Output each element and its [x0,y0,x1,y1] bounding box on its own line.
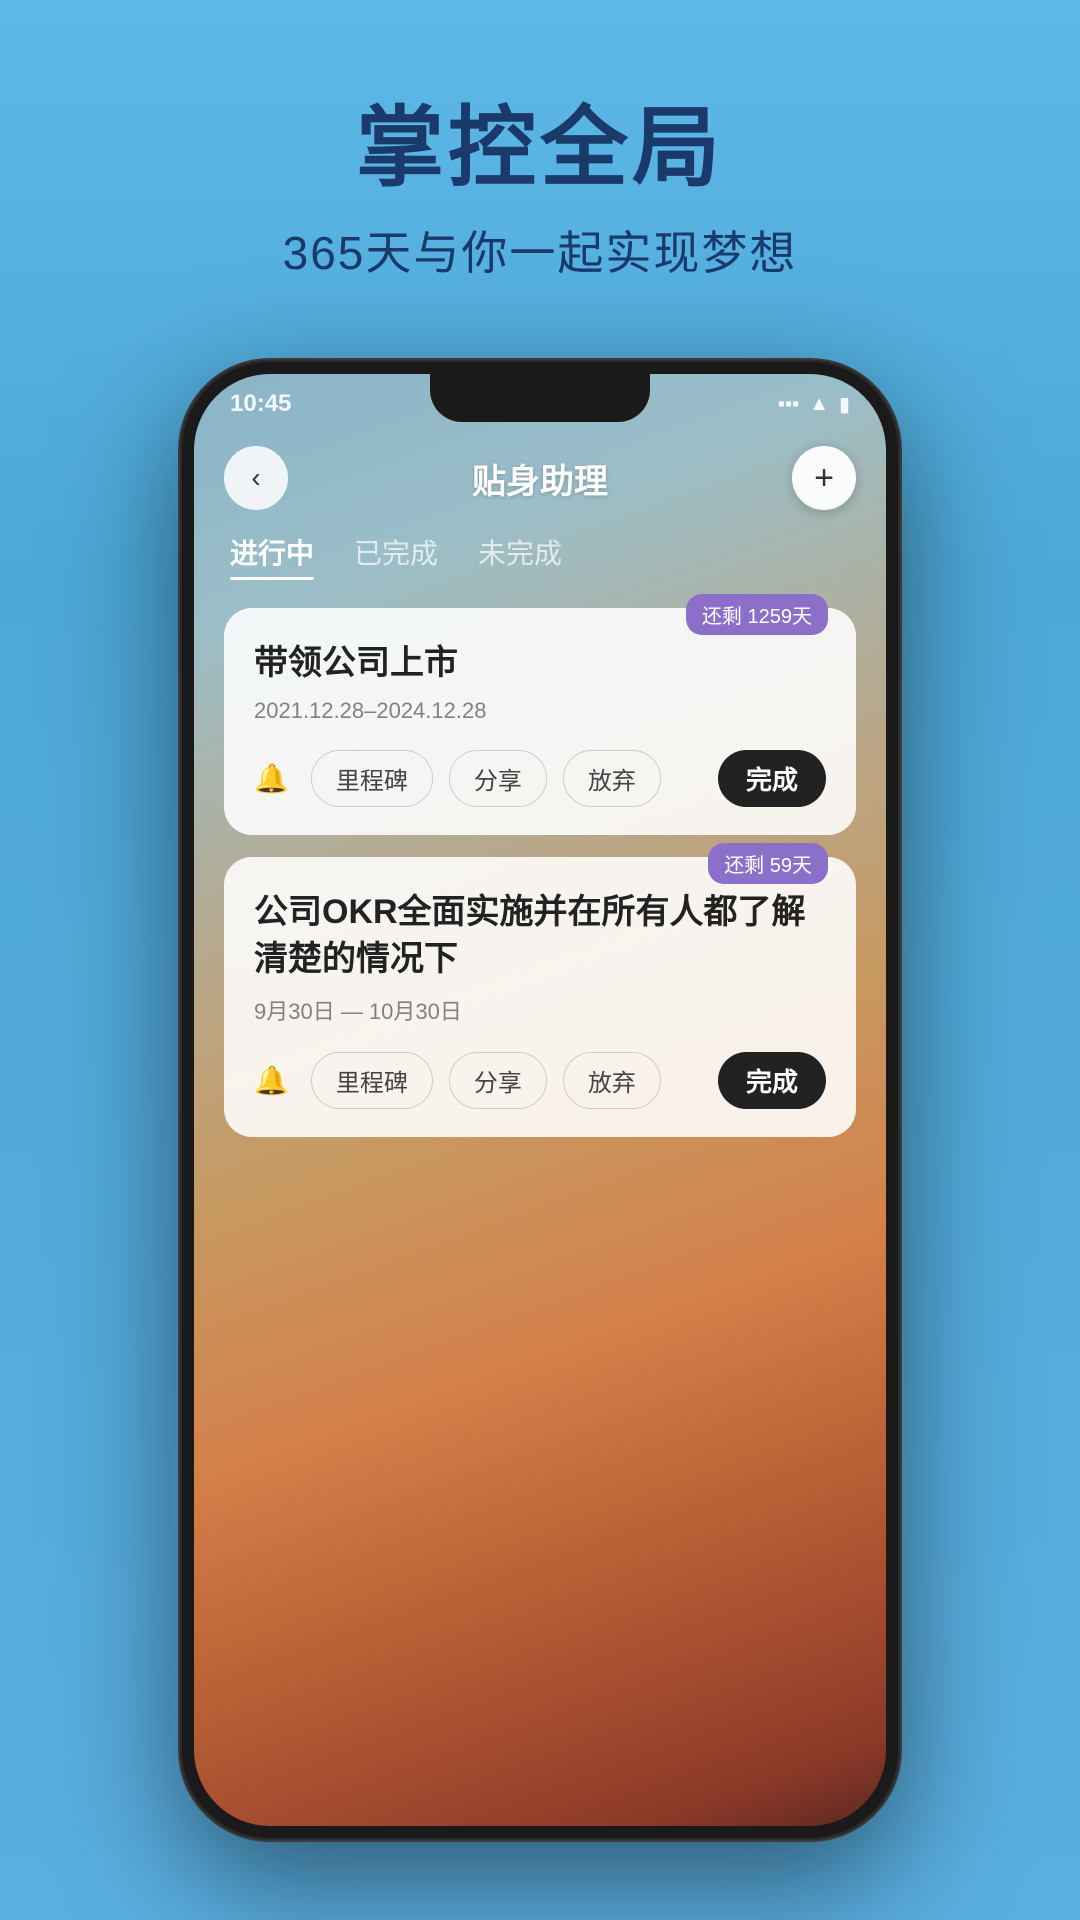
goal-card-2: 还剩 59天 公司OKR全面实施并在所有人都了解清楚的情况下 9月30日 — 1… [224,857,856,1137]
status-time: 10:45 [230,390,291,418]
phone-notch [430,374,650,422]
card-actions-2: 🔔 里程碑 分享 放弃 完成 [254,1052,826,1109]
main-title: 掌控全局 [0,100,1080,197]
share-btn-2[interactable]: 分享 [449,1052,547,1109]
sub-title: 365天与你一起实现梦想 [0,217,1080,283]
abandon-btn-2[interactable]: 放弃 [563,1052,661,1109]
milestone-btn-2[interactable]: 里程碑 [311,1052,433,1109]
milestone-btn-1[interactable]: 里程碑 [311,750,433,807]
header-section: 掌控全局 365天与你一起实现梦想 [0,0,1080,283]
badge-days-1: 还剩 1259天 [686,594,828,635]
page-background: 掌控全局 365天与你一起实现梦想 10:45 ▪▪▪ ▲ ▮ [0,0,1080,1920]
tab-in-progress[interactable]: 进行中 [230,532,314,580]
card-title-1: 带领公司上市 [254,640,826,688]
bell-icon-2[interactable]: 🔔 [254,1064,289,1097]
tab-bar: 进行中 已完成 未完成 [224,532,856,580]
card-title-2: 公司OKR全面实施并在所有人都了解清楚的情况下 [254,889,826,984]
add-button[interactable]: + [792,446,856,510]
card-actions-1: 🔔 里程碑 分享 放弃 完成 [254,750,826,807]
badge-days-2: 还剩 59天 [708,843,828,884]
wifi-icon: ▲ [809,393,829,416]
battery-icon: ▮ [839,392,850,417]
nav-title: 贴身助理 [472,454,608,503]
complete-btn-1[interactable]: 完成 [718,750,826,807]
plus-icon: + [814,459,834,498]
phone-mockup: 10:45 ▪▪▪ ▲ ▮ ‹ 贴身助理 [180,360,900,1840]
phone-frame: 10:45 ▪▪▪ ▲ ▮ ‹ 贴身助理 [180,360,900,1840]
phone-screen: 10:45 ▪▪▪ ▲ ▮ ‹ 贴身助理 [194,374,886,1826]
back-button[interactable]: ‹ [224,446,288,510]
complete-btn-2[interactable]: 完成 [718,1052,826,1109]
abandon-btn-1[interactable]: 放弃 [563,750,661,807]
app-content: ‹ 贴身助理 + 进行中 已完成 [194,434,886,1826]
tab-incomplete[interactable]: 未完成 [478,532,562,580]
goal-card-1: 还剩 1259天 带领公司上市 2021.12.28–2024.12.28 🔔 … [224,608,856,835]
signal-icon: ▪▪▪ [778,393,799,416]
cards-container: 还剩 1259天 带领公司上市 2021.12.28–2024.12.28 🔔 … [224,608,856,1137]
back-icon: ‹ [251,462,260,494]
tab-completed[interactable]: 已完成 [354,532,438,580]
card-date-2: 9月30日 — 10月30日 [254,994,826,1026]
status-icons: ▪▪▪ ▲ ▮ [778,392,850,417]
share-btn-1[interactable]: 分享 [449,750,547,807]
nav-bar: ‹ 贴身助理 + [224,434,856,522]
card-date-1: 2021.12.28–2024.12.28 [254,698,826,724]
bell-icon-1[interactable]: 🔔 [254,762,289,795]
